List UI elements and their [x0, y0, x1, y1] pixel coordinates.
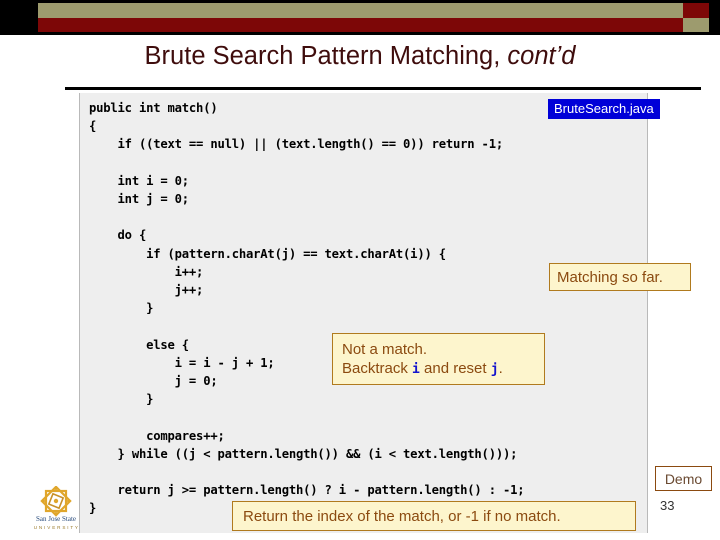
top-banner — [0, 0, 720, 32]
callout-return-text: Return the index of the match, or -1 if … — [243, 508, 561, 525]
title-divider — [65, 87, 701, 90]
callout-not-a-match-line1: Not a match. — [342, 341, 428, 358]
filename-badge: BruteSearch.java — [548, 99, 660, 119]
sjsu-logo-graphic: San Jose State U N I V E R S I T Y — [34, 486, 79, 530]
callout-matching-text: Matching so far. — [557, 269, 663, 286]
callout-not-a-match: Not a match. Backtrack i and reset j. — [332, 333, 545, 385]
callout-not-a-match-prefix: Backtrack — [342, 360, 413, 377]
callout-not-a-match-middle: and reset — [419, 360, 491, 377]
banner-olive-band — [38, 3, 683, 18]
callout-variable-j: j — [490, 362, 499, 377]
banner-maroon-corner-block — [683, 3, 709, 18]
page-title: Brute Search Pattern Matching, cont’d — [0, 42, 720, 71]
banner-olive-corner-block — [683, 18, 709, 32]
banner-maroon-band — [38, 18, 683, 32]
sjsu-logo-name-line2: U N I V E R S I T Y — [34, 525, 79, 530]
callout-variable-i: i — [412, 362, 420, 377]
callout-matching-so-far: Matching so far. — [549, 263, 691, 291]
callout-not-a-match-suffix: . — [498, 360, 503, 377]
page-title-italic: cont’d — [507, 42, 576, 70]
demo-button[interactable]: Demo — [655, 466, 712, 491]
slide-number: 33 — [660, 498, 675, 513]
callout-return-value: Return the index of the match, or -1 if … — [232, 501, 636, 531]
sjsu-logo-name-line1: San Jose State — [36, 515, 76, 523]
sjsu-logo: San Jose State U N I V E R S I T Y — [31, 486, 81, 533]
page-title-main: Brute Search Pattern Matching, — [144, 42, 508, 70]
demo-button-label: Demo — [664, 471, 703, 487]
code-listing-panel: public int match() { if ((text == null) … — [79, 93, 648, 533]
code-listing: public int match() { if ((text == null) … — [89, 101, 525, 516]
